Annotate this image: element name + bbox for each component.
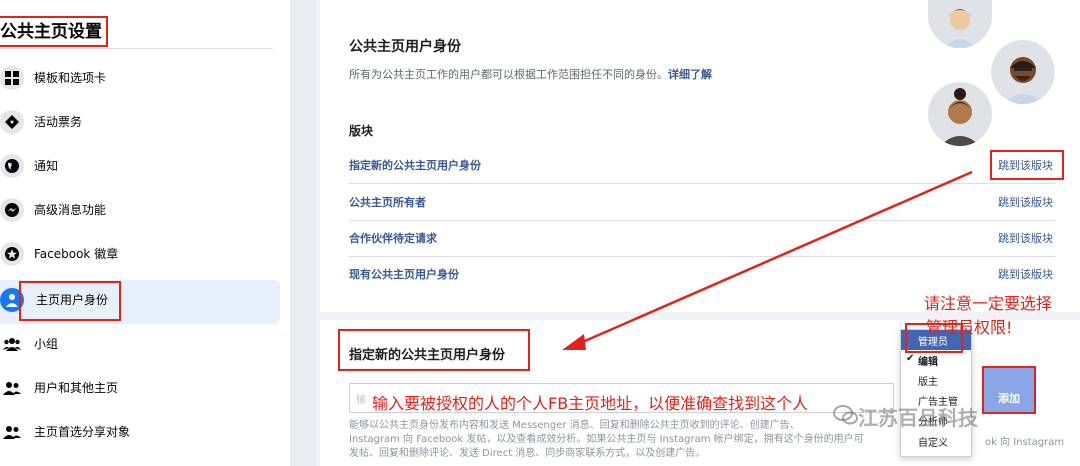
avatar-illustration bbox=[991, 40, 1055, 104]
role-option-custom[interactable]: 自定义 bbox=[901, 431, 971, 451]
sidebar-item-label: 小组 bbox=[34, 337, 59, 351]
content-gutter bbox=[290, 0, 316, 466]
section-row-title[interactable]: 指定新的公共主页用户身份 bbox=[349, 157, 481, 173]
role-option-editor[interactable]: ✔ 编辑 bbox=[901, 350, 971, 370]
annotation-note-line: 管理员权限! bbox=[926, 318, 1013, 337]
section-row-title[interactable]: 公共主页所有者 bbox=[349, 194, 426, 210]
section-row: 公共主页所有者 跳到该版块 bbox=[349, 184, 1055, 221]
sidebar-item-label: 模板和选项卡 bbox=[34, 71, 107, 85]
help-line: 能够以公共主页身份发布内容和发送 Messenger 消息、回复和删除公共主页收… bbox=[349, 420, 800, 431]
sidebar-divider bbox=[0, 48, 273, 49]
sidebar-item-label: 通知 bbox=[34, 159, 59, 173]
sidebar-item-label: 活动票务 bbox=[34, 115, 83, 129]
avatar-illustration bbox=[928, 82, 992, 146]
help-line: Instagram 向 Facebook 发帖，以及查看成效分析。如果公共主页与… bbox=[349, 434, 864, 445]
wechat-logo-icon bbox=[833, 405, 858, 425]
ticket-icon bbox=[0, 110, 24, 134]
help-line-tail: ok 向 Instagram bbox=[985, 437, 1065, 448]
sidebar-item-label: 主页首选分享对象 bbox=[34, 425, 131, 439]
annotation-box-jump-link bbox=[990, 150, 1064, 180]
people-icon bbox=[0, 420, 24, 444]
sidebar-item-notifications[interactable]: 通知 bbox=[0, 146, 280, 190]
jump-to-section-link[interactable]: 跳到该版块 bbox=[998, 266, 1053, 282]
watermark-text: 江苏百旦科技 bbox=[858, 406, 978, 430]
section-row-title[interactable]: 合作伙伴待定请求 bbox=[349, 230, 437, 246]
annotation-input-instruction: 输入要被授权的人的个人FB主页地址，以便准确查找到这个人 bbox=[372, 394, 809, 413]
annotation-box-assign-title bbox=[338, 329, 530, 371]
sidebar-item-messaging[interactable]: 高级消息功能 bbox=[0, 190, 280, 234]
group-icon bbox=[0, 332, 24, 356]
section-row: 指定新的公共主页用户身份 跳到该版块 bbox=[349, 147, 1055, 184]
sidebar-item-preferred-audience[interactable]: 主页首选分享对象 bbox=[0, 412, 280, 456]
grid-icon bbox=[0, 66, 24, 90]
section-row: 现有公共主页用户身份 跳到该版块 bbox=[349, 256, 1055, 292]
sidebar-item-groups[interactable]: 小组 bbox=[0, 324, 280, 368]
settings-sidebar: 公共主页设置 模板和选项卡 活动票务 通知 高级消息功能 Facebook 徽章 bbox=[0, 0, 290, 466]
annotation-box-page-roles bbox=[19, 281, 121, 321]
sections-heading: 版块 bbox=[349, 124, 374, 138]
sidebar-item-label: 高级消息功能 bbox=[34, 203, 107, 217]
annotation-note: 请注意一定要选择 管理员权限! bbox=[924, 292, 1052, 340]
page-title: 公共主页用户身份 bbox=[349, 39, 461, 55]
sidebar-item-people-pages[interactable]: 用户和其他主页 bbox=[0, 368, 280, 412]
jump-to-section-link[interactable]: 跳到该版块 bbox=[998, 194, 1053, 210]
page-description: 所有为公共主页工作的用户都可以根据工作范围担任不同的身份。详细了解 bbox=[349, 66, 712, 82]
description-text: 所有为公共主页工作的用户都可以根据工作范围担任不同的身份。 bbox=[349, 68, 668, 81]
input-placeholder: 输 bbox=[356, 395, 366, 406]
learn-more-link[interactable]: 详细了解 bbox=[668, 68, 712, 81]
annotation-box-add-button bbox=[982, 366, 1036, 414]
people-icon bbox=[0, 376, 24, 400]
sidebar-item-badges[interactable]: Facebook 徽章 bbox=[0, 234, 280, 278]
star-badge-icon bbox=[0, 242, 24, 266]
sidebar-item-label: Facebook 徽章 bbox=[34, 247, 119, 261]
section-row-title[interactable]: 现有公共主页用户身份 bbox=[349, 266, 459, 282]
sidebar-item-label: 用户和其他主页 bbox=[34, 381, 119, 395]
role-option-moderator[interactable]: 版主 bbox=[901, 370, 971, 390]
sidebar-item-templates[interactable]: 模板和选项卡 bbox=[0, 58, 280, 102]
checkmark-icon: ✔ bbox=[906, 353, 915, 364]
section-row: 合作伙伴待定请求 跳到该版块 bbox=[349, 220, 1055, 257]
messenger-icon bbox=[0, 198, 24, 222]
jump-to-section-link[interactable]: 跳到该版块 bbox=[998, 230, 1053, 246]
globe-icon bbox=[0, 154, 24, 178]
annotation-note-line: 请注意一定要选择 bbox=[924, 294, 1053, 313]
annotation-box-title bbox=[0, 16, 108, 47]
sidebar-item-tickets[interactable]: 活动票务 bbox=[0, 102, 280, 146]
